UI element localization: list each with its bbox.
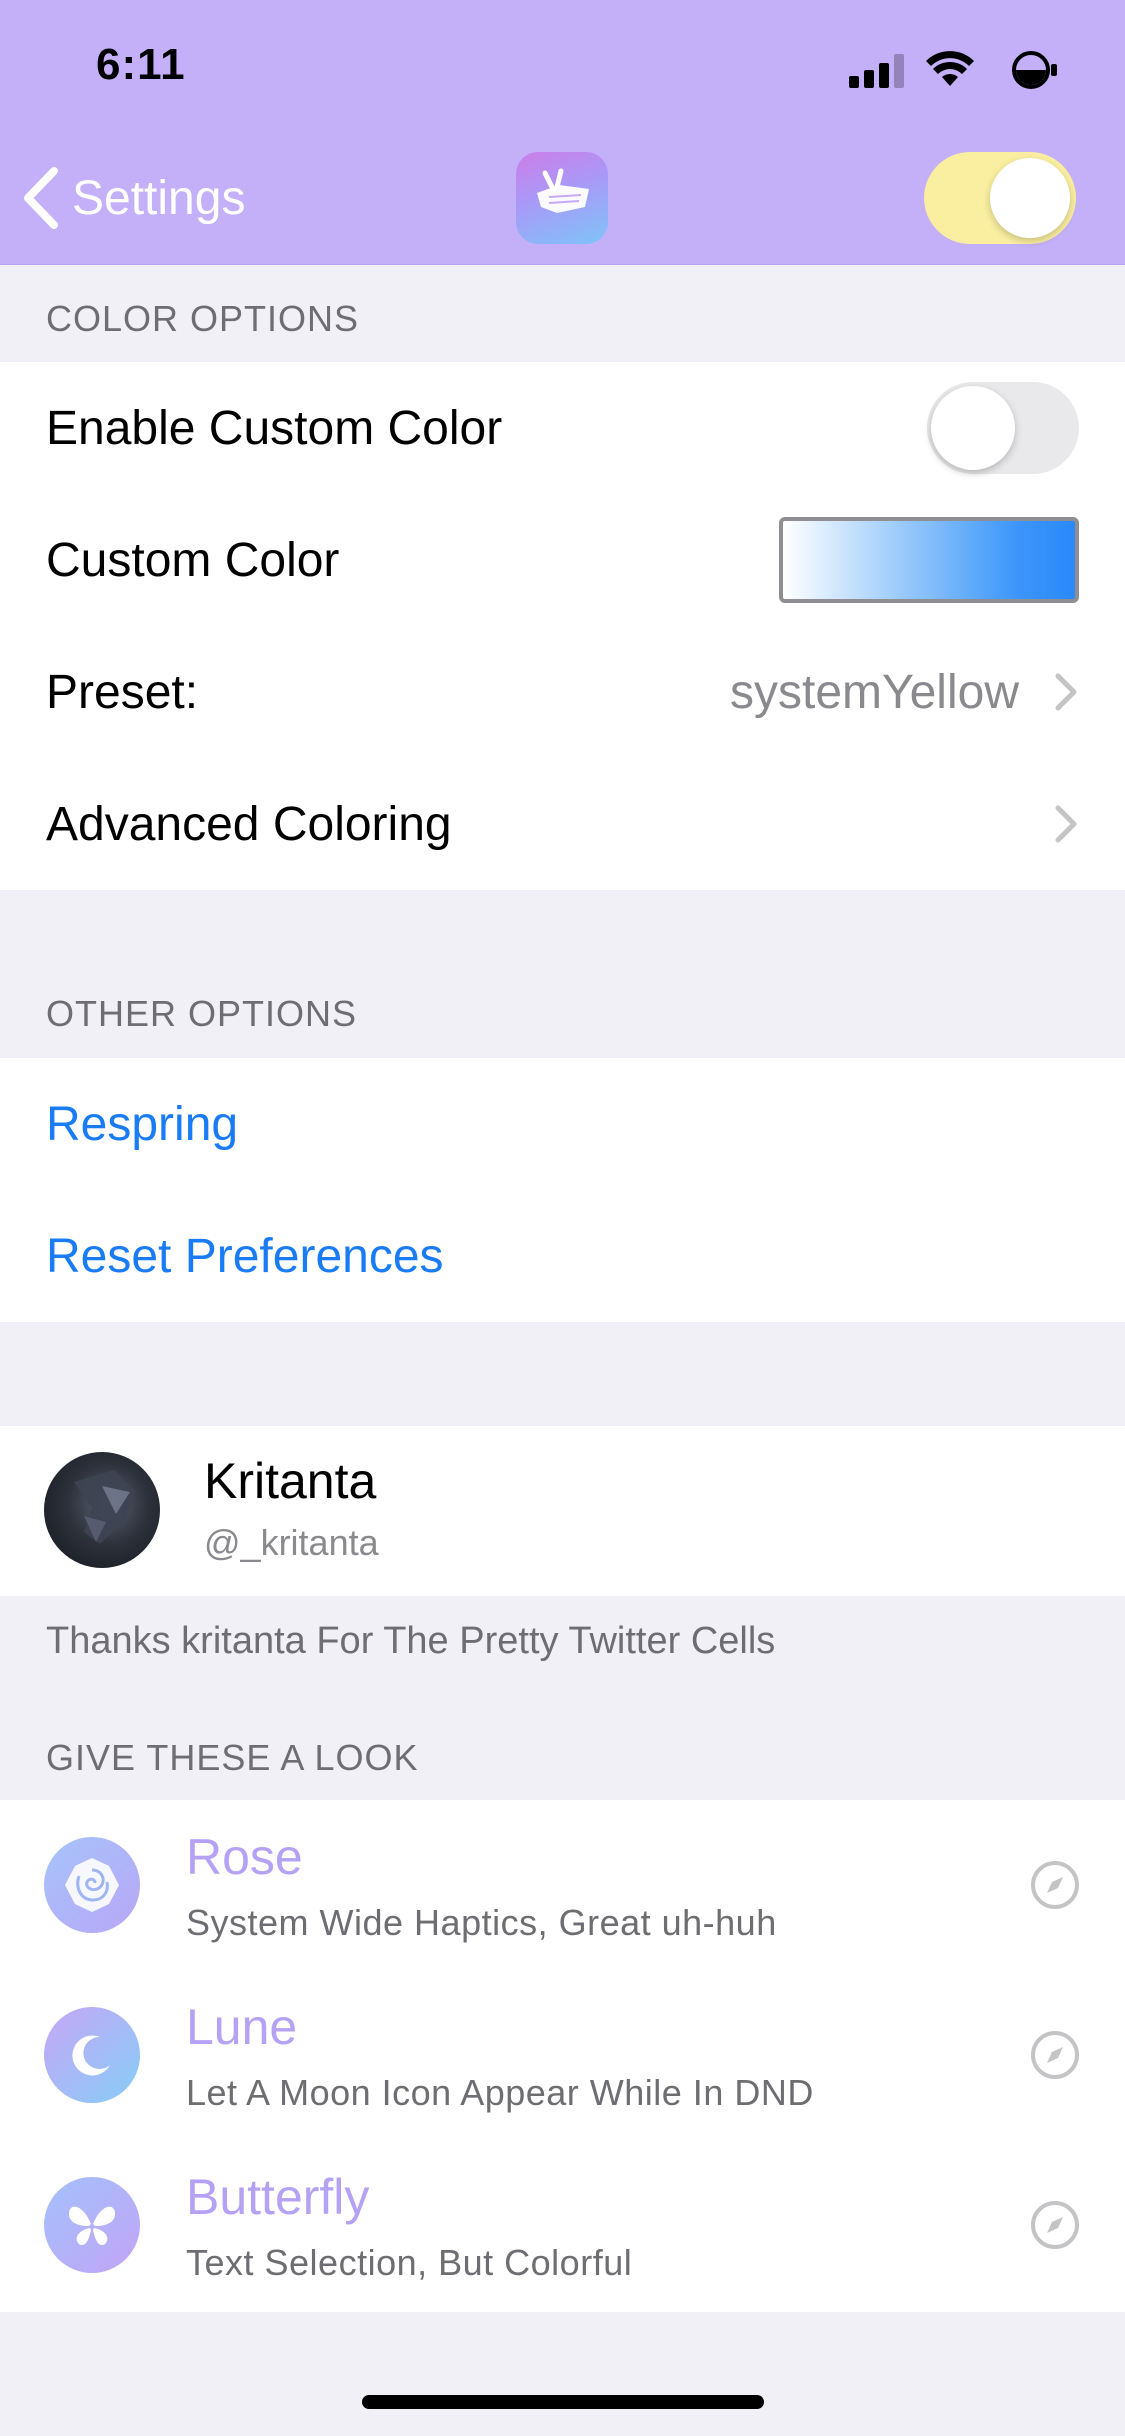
reset-preferences-button[interactable]: Reset Preferences bbox=[46, 1229, 444, 1284]
butterfly-glyph bbox=[69, 2206, 115, 2246]
respring-row[interactable]: Respring bbox=[0, 1058, 1125, 1190]
credit-footer-text: Thanks kritanta For The Pretty Twitter C… bbox=[46, 1620, 776, 1662]
compass-icon[interactable] bbox=[1029, 1859, 1081, 1911]
profile-photo-icon bbox=[74, 1470, 136, 1544]
color-options-group: Enable Custom Color Custom Color Preset:… bbox=[0, 362, 1125, 890]
compass-icon[interactable] bbox=[1029, 2199, 1081, 2251]
status-time: 6:11 bbox=[96, 40, 186, 89]
tweak-subtitle-butterfly: Text Selection, But Colorful bbox=[186, 2242, 633, 2283]
back-button-label: Settings bbox=[72, 171, 246, 225]
credit-profile-cell[interactable] bbox=[0, 1426, 1125, 1596]
preset-value: systemYellow bbox=[729, 665, 1019, 719]
status-icons bbox=[835, 46, 1065, 96]
toggle-knob bbox=[990, 158, 1070, 238]
enable-custom-color-label: Enable Custom Color bbox=[46, 401, 503, 455]
tweak-title-butterfly: Butterfly bbox=[186, 2169, 370, 2225]
home-indicator[interactable] bbox=[362, 2395, 764, 2409]
section-header-color-options: COLOR OPTIONS bbox=[46, 298, 360, 339]
tweak-logo-icon bbox=[537, 168, 589, 213]
enable-custom-color-toggle[interactable] bbox=[927, 382, 1079, 474]
rose-icon bbox=[44, 1837, 140, 1933]
tweak-row-rose[interactable]: Rose System Wide Haptics, Great uh-huh bbox=[0, 1800, 1125, 1970]
profile-name: Kritanta bbox=[204, 1453, 377, 1509]
tweak-title-lune: Lune bbox=[186, 1999, 298, 2055]
back-button[interactable]: Settings bbox=[20, 160, 280, 236]
app-icon bbox=[516, 152, 608, 244]
other-options-group: Respring Reset Preferences bbox=[0, 1058, 1125, 1322]
custom-color-label: Custom Color bbox=[46, 533, 340, 587]
chevron-left-icon bbox=[24, 167, 58, 229]
moon-glyph bbox=[72, 2035, 110, 2076]
avatar bbox=[44, 1452, 160, 1568]
custom-color-well[interactable] bbox=[779, 517, 1079, 603]
tweak-row-lune[interactable]: Lune Let A Moon Icon Appear While In DND bbox=[0, 1970, 1125, 2140]
wifi-icon bbox=[926, 51, 974, 86]
moon-icon bbox=[44, 2007, 140, 2103]
advanced-coloring-row[interactable]: Advanced Coloring bbox=[0, 758, 1125, 890]
enable-custom-color-row: Enable Custom Color bbox=[0, 362, 1125, 494]
cellular-signal-icon bbox=[849, 54, 905, 88]
toggle-knob bbox=[931, 386, 1015, 470]
rose-glyph bbox=[65, 1858, 119, 1912]
recommended-tweaks-group: Rose System Wide Haptics, Great uh-huh L… bbox=[0, 1800, 1125, 2312]
master-enable-toggle[interactable] bbox=[924, 152, 1076, 244]
tweak-title-rose: Rose bbox=[186, 1829, 303, 1885]
advanced-coloring-label: Advanced Coloring bbox=[46, 797, 452, 851]
preset-label: Preset: bbox=[46, 665, 199, 719]
tweak-subtitle-lune: Let A Moon Icon Appear While In DND bbox=[186, 2072, 814, 2113]
section-header-other-options: OTHER OPTIONS bbox=[46, 993, 358, 1034]
respring-button[interactable]: Respring bbox=[46, 1097, 238, 1152]
low-power-battery-icon bbox=[1012, 51, 1057, 89]
compass-icon[interactable] bbox=[1029, 2029, 1081, 2081]
butterfly-icon bbox=[44, 2177, 140, 2273]
chevron-right-icon bbox=[1055, 673, 1077, 711]
profile-handle: @_kritanta bbox=[204, 1522, 379, 1563]
tweak-row-butterfly[interactable]: Butterfly Text Selection, But Colorful bbox=[0, 2140, 1125, 2310]
chevron-right-icon bbox=[1055, 805, 1077, 843]
reset-preferences-row[interactable]: Reset Preferences bbox=[0, 1190, 1125, 1322]
tweak-subtitle-rose: System Wide Haptics, Great uh-huh bbox=[186, 1902, 777, 1943]
navigation-header: 6:11 Settings bbox=[0, 0, 1125, 265]
preset-row[interactable]: Preset: systemYellow bbox=[0, 626, 1125, 758]
section-header-give-these-a-look: GIVE THESE A LOOK bbox=[46, 1737, 419, 1778]
custom-color-row: Custom Color bbox=[0, 494, 1125, 626]
